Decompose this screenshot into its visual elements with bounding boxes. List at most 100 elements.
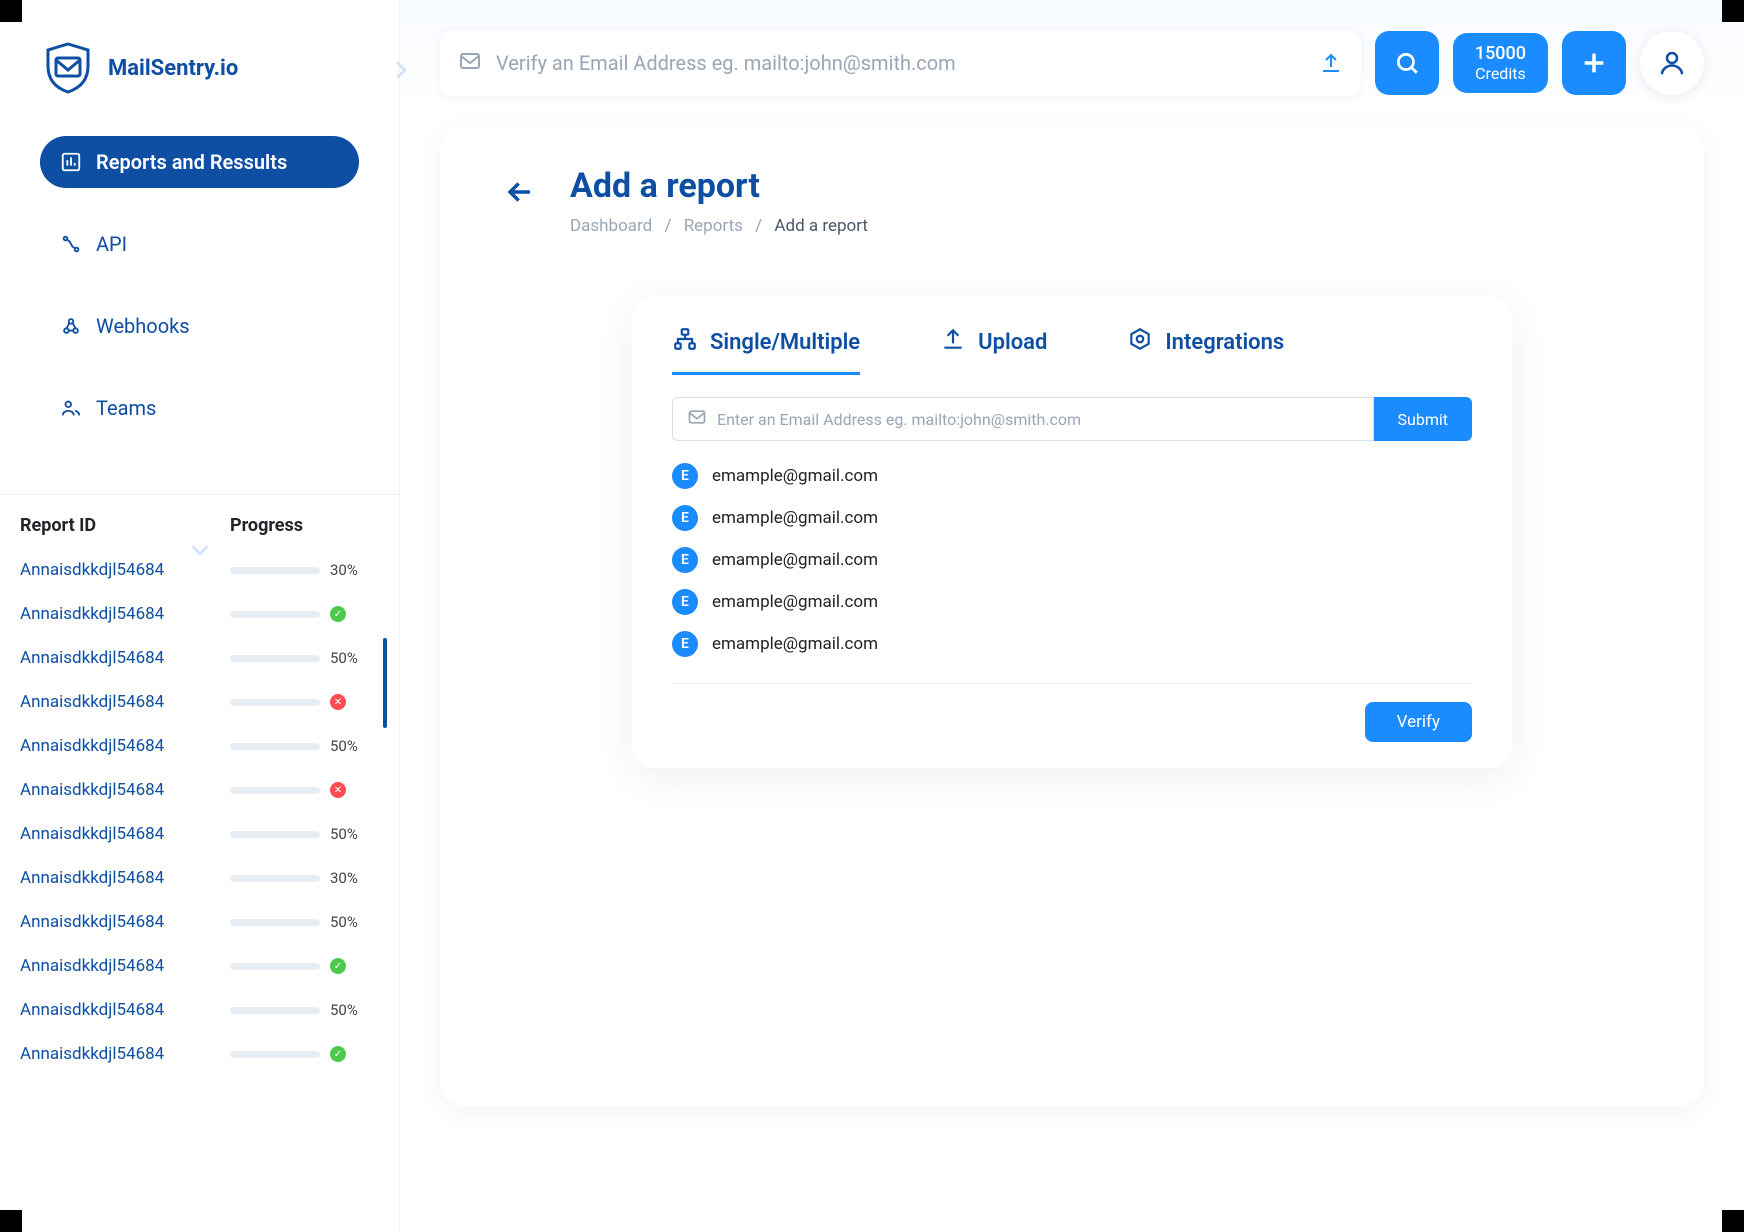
- sitemap-icon: [672, 326, 698, 358]
- tab-label: Single/Multiple: [710, 330, 860, 355]
- report-row[interactable]: Annaisdkkdjl54684 ✓: [0, 944, 399, 988]
- email-item[interactable]: Eemample@gmail.com: [672, 539, 1472, 581]
- user-avatar[interactable]: [1640, 31, 1704, 95]
- progress-bar: [230, 963, 320, 970]
- report-row[interactable]: Annaisdkkdjl5468450%: [0, 988, 399, 1032]
- report-id[interactable]: Annaisdkkdjl54684: [20, 780, 230, 800]
- report-id[interactable]: Annaisdkkdjl54684: [20, 1044, 230, 1064]
- corner-marker: [0, 1210, 22, 1232]
- email-input[interactable]: [717, 410, 1359, 429]
- credits-label: Credits: [1475, 64, 1526, 83]
- tab-upload[interactable]: Upload: [940, 326, 1047, 375]
- scrollbar[interactable]: [383, 638, 387, 728]
- progress-bar: [230, 567, 320, 574]
- nav: Reports and Ressults API Webhooks Teams: [0, 126, 399, 494]
- progress-bar: [230, 743, 320, 750]
- report-row[interactable]: Annaisdkkdjl54684 50%: [0, 724, 399, 768]
- tab-label: Integrations: [1165, 330, 1284, 355]
- report-id[interactable]: Annaisdkkdjl54684: [20, 824, 230, 844]
- brand[interactable]: MailSentry.io: [0, 20, 399, 126]
- tab-integrations[interactable]: Integrations: [1127, 326, 1284, 375]
- corner-marker: [0, 0, 22, 22]
- search-button[interactable]: [1375, 31, 1439, 95]
- progress-bar: [230, 1007, 320, 1014]
- report-row[interactable]: Annaisdkkdjl54684 30%: [0, 856, 399, 900]
- search-bar[interactable]: [440, 30, 1361, 96]
- check-icon: ✓: [330, 1046, 346, 1062]
- crumb-reports[interactable]: Reports: [684, 216, 743, 236]
- search-input[interactable]: [496, 51, 1319, 75]
- add-report-form: Single/Multiple Upload Integrations Submit…: [632, 296, 1512, 768]
- report-id[interactable]: Annaisdkkdjl54684: [20, 604, 230, 624]
- back-button[interactable]: [500, 172, 540, 212]
- credits-badge[interactable]: 15000 Credits: [1453, 33, 1548, 93]
- email-item[interactable]: Eemample@gmail.com: [672, 455, 1472, 497]
- breadcrumb: Dashboard / Reports / Add a report: [570, 216, 868, 236]
- email-chip: E: [672, 589, 698, 615]
- report-row[interactable]: Annaisdkkdjl54684✓: [0, 592, 399, 636]
- progress-bar: [230, 787, 320, 794]
- email-chip: E: [672, 505, 698, 531]
- progress-bar: [230, 655, 320, 662]
- report-id[interactable]: Annaisdkkdjl54684: [20, 560, 230, 580]
- report-id[interactable]: Annaisdkkdjl54684: [20, 1000, 230, 1020]
- corner-marker: [1722, 0, 1744, 22]
- crumb-current: Add a report: [774, 216, 868, 236]
- report-id-header: Report ID: [20, 515, 230, 536]
- progress-header: Progress: [230, 515, 379, 536]
- progress-bar: [230, 875, 320, 882]
- progress-bar: [230, 611, 320, 618]
- email-item[interactable]: Eemample@gmail.com: [672, 623, 1472, 665]
- report-id[interactable]: Annaisdkkdjl54684: [20, 868, 230, 888]
- report-row[interactable]: Annaisdkkdjl54684✕: [0, 768, 399, 812]
- sidebar-item-label: Webhooks: [96, 314, 190, 338]
- progress-percent: 50%: [330, 737, 358, 755]
- report-row[interactable]: Annaisdkkdjl5468450%: [0, 900, 399, 944]
- report-id[interactable]: Annaisdkkdjl54684: [20, 692, 230, 712]
- tab-single-multiple[interactable]: Single/Multiple: [672, 326, 860, 375]
- report-id[interactable]: Annaisdkkdjl54684: [20, 912, 230, 932]
- add-button[interactable]: [1562, 31, 1626, 95]
- sidebar-item-label: API: [96, 232, 127, 256]
- report-panel: Report ID Progress Annaisdkkdjl5468430%A…: [0, 494, 399, 1076]
- submit-button[interactable]: Submit: [1374, 397, 1472, 441]
- topbar: 15000 Credits: [440, 30, 1704, 96]
- progress-percent: 30%: [330, 869, 358, 887]
- crumb-dashboard[interactable]: Dashboard: [570, 216, 652, 236]
- page-title: Add a report: [570, 166, 868, 206]
- email-address: emample@gmail.com: [712, 634, 878, 654]
- report-id[interactable]: Annaisdkkdjl54684: [20, 648, 230, 668]
- verify-button[interactable]: Verify: [1365, 702, 1472, 742]
- progress-percent: 50%: [330, 825, 358, 843]
- chevron-down-icon[interactable]: [190, 542, 210, 561]
- report-row[interactable]: Annaisdkkdjl54684 ✓: [0, 1032, 399, 1076]
- api-icon: [60, 233, 82, 255]
- progress-percent: 30%: [330, 561, 358, 579]
- close-icon: ✕: [330, 694, 346, 710]
- team-icon: [60, 397, 82, 419]
- email-item[interactable]: Eemample@gmail.com: [672, 581, 1472, 623]
- report-row[interactable]: Annaisdkkdjl54684 50%: [0, 812, 399, 856]
- email-address: emample@gmail.com: [712, 592, 878, 612]
- progress-bar: [230, 919, 320, 926]
- report-row[interactable]: Annaisdkkdjl5468450%: [0, 636, 399, 680]
- upload-icon[interactable]: [1319, 51, 1343, 75]
- sidebar-item-webhooks[interactable]: Webhooks: [40, 300, 359, 352]
- email-input-wrapper[interactable]: [672, 397, 1374, 441]
- check-icon: ✓: [330, 958, 346, 974]
- content-card: Add a report Dashboard / Reports / Add a…: [440, 126, 1704, 1106]
- report-row[interactable]: Annaisdkkdjl54684 ✕: [0, 680, 399, 724]
- sidebar-item-reports-and-ressults[interactable]: Reports and Ressults: [40, 136, 359, 188]
- progress-bar: [230, 831, 320, 838]
- sidebar-toggle-icon[interactable]: [394, 60, 410, 82]
- mail-icon: [458, 49, 482, 77]
- integration-icon: [1127, 326, 1153, 358]
- sidebar-item-api[interactable]: API: [40, 218, 359, 270]
- report-id[interactable]: Annaisdkkdjl54684: [20, 736, 230, 756]
- report-id[interactable]: Annaisdkkdjl54684: [20, 956, 230, 976]
- email-item[interactable]: Eemample@gmail.com: [672, 497, 1472, 539]
- email-chip: E: [672, 547, 698, 573]
- email-address: emample@gmail.com: [712, 550, 878, 570]
- progress-bar: [230, 699, 320, 706]
- sidebar-item-teams[interactable]: Teams: [40, 382, 359, 434]
